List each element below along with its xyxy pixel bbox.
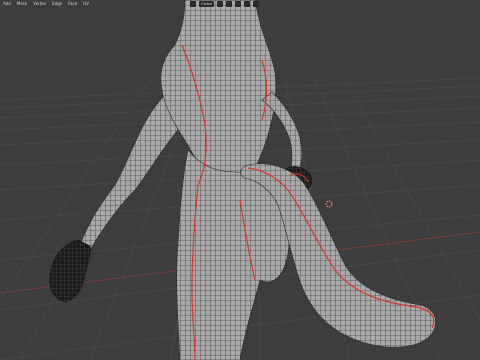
menu-face[interactable]: Face xyxy=(68,0,77,8)
menu-mesh[interactable]: Mesh xyxy=(17,0,28,8)
target-icon[interactable] xyxy=(244,1,251,7)
menu-uv[interactable]: UV xyxy=(83,0,89,8)
viewport-canvas[interactable] xyxy=(0,0,480,360)
magnet-icon[interactable] xyxy=(226,1,233,7)
falloff-icon[interactable] xyxy=(253,1,260,7)
torso[interactable] xyxy=(160,0,277,178)
viewport-header-tools: Global xyxy=(190,0,260,8)
viewport-menu-bar: Add Mesh Vertex Edge Face UV xyxy=(0,0,89,8)
menu-edge[interactable]: Edge xyxy=(52,0,62,8)
3d-cursor-icon xyxy=(325,200,333,208)
character-mesh[interactable] xyxy=(49,0,436,360)
orientation-label: Global xyxy=(201,2,213,6)
menu-vertex[interactable]: Vertex xyxy=(33,0,46,8)
pivot-icon[interactable] xyxy=(190,1,196,7)
orientation-dropdown[interactable]: Global xyxy=(199,1,215,7)
left-hand[interactable] xyxy=(49,239,91,303)
3d-viewport[interactable]: Add Mesh Vertex Edge Face UV Global xyxy=(0,0,480,360)
menu-add[interactable]: Add xyxy=(3,0,11,8)
snap-target-icon[interactable] xyxy=(235,1,242,7)
transform-icon[interactable] xyxy=(217,1,224,7)
